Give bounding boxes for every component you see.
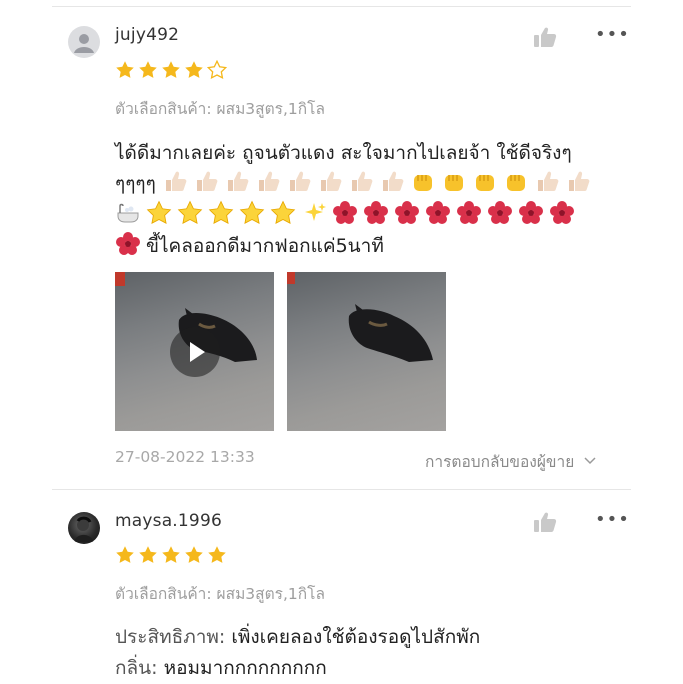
thumbs-up-emoji-icon bbox=[351, 171, 373, 191]
review-text-line: ๆๆๆๆ bbox=[115, 169, 635, 200]
star-rating bbox=[115, 60, 227, 80]
thumbs-up-emoji-icon bbox=[196, 171, 218, 191]
thumbs-up-icon[interactable] bbox=[533, 26, 557, 48]
hibiscus-emoji-icon bbox=[426, 201, 450, 224]
seller-reply-label: การตอบกลับของผู้ขาย bbox=[425, 453, 575, 471]
thumbs-up-emoji-icon bbox=[258, 171, 280, 191]
thumbs-up-emoji-icon bbox=[165, 171, 187, 191]
thumbs-up-emoji-icon bbox=[227, 171, 249, 191]
hibiscus-emoji-icon bbox=[116, 232, 140, 255]
star-filled-icon bbox=[162, 546, 180, 563]
hibiscus-emoji-icon bbox=[364, 201, 388, 224]
star-filled-icon bbox=[116, 61, 134, 78]
hibiscus-emoji-icon bbox=[395, 201, 419, 224]
raised-fist-emoji-icon bbox=[444, 175, 463, 191]
review-username[interactable]: jujy492 bbox=[115, 25, 179, 45]
product-variant: ตัวเลือกสินค้า: ผสม3สูตร,1กิโล bbox=[115, 100, 326, 118]
sparkles-emoji-icon bbox=[305, 203, 326, 221]
review-text-line: กลิ่น: หอมมากกกกกกกกก bbox=[115, 653, 635, 684]
chevron-down-icon bbox=[584, 457, 596, 465]
star-emoji-icon bbox=[208, 200, 234, 224]
review-text: ได้ดีมากเลยค่ะ ถูจนตัวแดง สะใจมากไปเลยจ้… bbox=[115, 138, 635, 262]
star-filled-icon bbox=[116, 546, 134, 563]
review-text-fragment: ขี้ไคลออกดีมากฟอกแค่5นาที bbox=[146, 235, 384, 257]
effectiveness-value: เพิ่งเคยลองใช้ต้องรอดูไปสักพัก bbox=[231, 626, 481, 648]
more-icon[interactable]: ••• bbox=[595, 509, 630, 530]
top-divider bbox=[52, 6, 631, 7]
avatar-photo bbox=[74, 516, 94, 542]
review-divider bbox=[52, 489, 631, 490]
review-video-thumbnail[interactable] bbox=[115, 272, 274, 431]
scent-value: หอมมากกกกกกกกก bbox=[163, 657, 327, 679]
review-image-thumbnail[interactable] bbox=[287, 272, 446, 431]
star-filled-icon bbox=[139, 61, 157, 78]
review-text-line: ได้ดีมากเลยค่ะ ถูจนตัวแดง สะใจมากไปเลยจ้… bbox=[115, 142, 572, 164]
play-icon bbox=[190, 342, 205, 362]
review-timestamp: 27-08-2022 13:33 bbox=[115, 448, 255, 466]
star-filled-icon bbox=[139, 546, 157, 563]
review-text: ประสิทธิภาพ: เพิ่งเคยลองใช้ต้องรอดูไปสัก… bbox=[115, 622, 635, 684]
product-variant: ตัวเลือกสินค้า: ผสม3สูตร,1กิโล bbox=[115, 585, 326, 603]
star-rating bbox=[115, 545, 227, 565]
user-icon bbox=[74, 34, 94, 53]
star-emoji-icon bbox=[146, 200, 172, 224]
star-filled-icon bbox=[162, 61, 180, 78]
thumbs-up-emoji-icon bbox=[568, 171, 590, 191]
review-username[interactable]: maysa.1996 bbox=[115, 511, 222, 531]
raised-fist-emoji-icon bbox=[506, 175, 525, 191]
more-icon[interactable]: ••• bbox=[595, 24, 630, 45]
hibiscus-emoji-icon bbox=[333, 201, 357, 224]
hibiscus-emoji-icon bbox=[488, 201, 512, 224]
thumbs-up-icon[interactable] bbox=[533, 511, 557, 533]
scent-label: กลิ่น: bbox=[115, 657, 158, 679]
review-text-line: ขี้ไคลออกดีมากฟอกแค่5นาที bbox=[115, 231, 635, 262]
star-empty-icon bbox=[207, 60, 227, 80]
review-text-fragment: ๆๆๆๆ bbox=[115, 173, 156, 195]
play-button[interactable] bbox=[170, 327, 220, 377]
hibiscus-emoji-icon bbox=[457, 201, 481, 224]
hibiscus-emoji-icon bbox=[550, 201, 574, 224]
star-filled-icon bbox=[208, 546, 226, 563]
raised-fist-emoji-icon bbox=[413, 175, 432, 191]
thumbs-up-emoji-icon bbox=[289, 171, 311, 191]
bathtub-emoji-icon bbox=[117, 203, 139, 223]
thumbs-up-emoji-icon bbox=[537, 171, 559, 191]
review-text-line bbox=[115, 200, 635, 231]
review-text-line: ประสิทธิภาพ: เพิ่งเคยลองใช้ต้องรอดูไปสัก… bbox=[115, 622, 635, 653]
avatar[interactable] bbox=[68, 512, 100, 544]
effectiveness-label: ประสิทธิภาพ: bbox=[115, 626, 226, 648]
star-emoji-icon bbox=[177, 200, 203, 224]
thumbs-up-emoji-icon bbox=[382, 171, 404, 191]
star-emoji-icon bbox=[270, 200, 296, 224]
raised-fist-emoji-icon bbox=[475, 175, 494, 191]
star-filled-icon bbox=[185, 546, 203, 563]
star-filled-icon bbox=[185, 61, 203, 78]
star-emoji-icon bbox=[239, 200, 265, 224]
thumbs-up-emoji-icon bbox=[320, 171, 342, 191]
hibiscus-emoji-icon bbox=[519, 201, 543, 224]
avatar[interactable] bbox=[68, 26, 100, 58]
cat-photo bbox=[287, 272, 433, 362]
seller-reply-toggle[interactable]: การตอบกลับของผู้ขาย bbox=[425, 449, 597, 474]
